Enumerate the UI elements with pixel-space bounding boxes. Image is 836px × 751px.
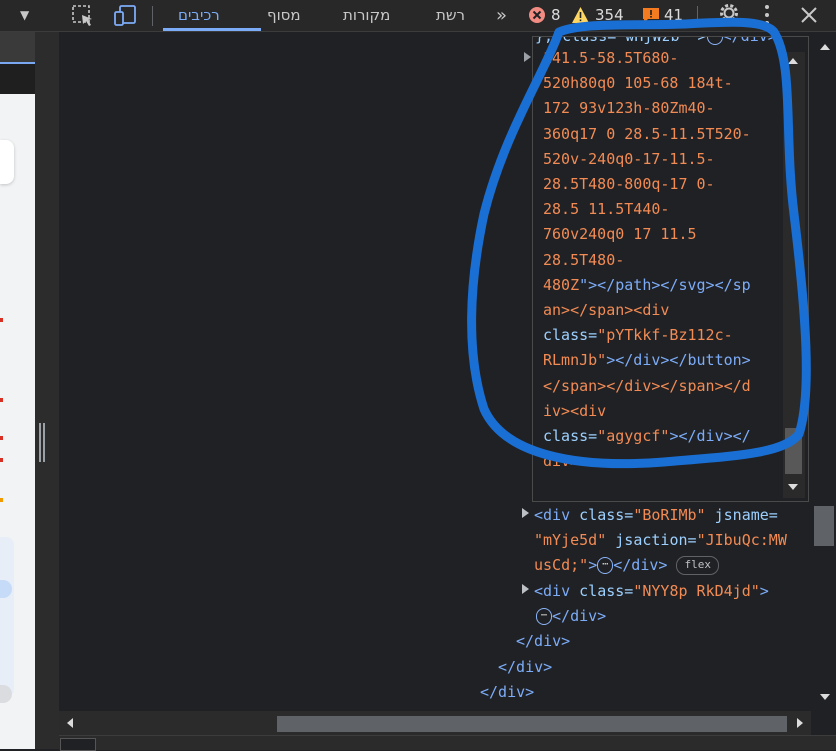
edit-line: 760v240q0 17 11.5: [543, 225, 697, 243]
dock-dropdown-icon[interactable]: ▼: [20, 0, 29, 31]
more-tabs-icon[interactable]: »: [496, 0, 507, 31]
error-count[interactable]: 8: [551, 0, 561, 31]
scroll-left-icon[interactable]: [67, 718, 73, 728]
dom-node-borimb[interactable]: <div class="BoRIMb" jsname=: [534, 506, 778, 524]
closing-tag[interactable]: </div>: [498, 658, 552, 676]
panel-gutter: [35, 32, 59, 749]
breadcrumb-item[interactable]: [60, 738, 96, 751]
page-dot: [0, 458, 3, 462]
toolbar-divider: [152, 6, 153, 26]
edit-line: an></span><div: [543, 301, 670, 319]
page-card: [0, 140, 14, 184]
page-header-strip: [0, 64, 35, 94]
edit-line: class="pYTkkf-Bz112c-: [543, 326, 733, 344]
collapse-triangle-icon[interactable]: [524, 52, 531, 62]
edit-line: 28.5 11.5T440-: [543, 200, 670, 218]
dom-node-nyy8p-end: ⋯ </div>: [536, 607, 606, 625]
elements-scroll-thumb[interactable]: [814, 506, 834, 546]
page-dot: [0, 498, 3, 502]
closing-tag[interactable]: </div>: [480, 683, 534, 701]
settings-gear-icon[interactable]: [717, 0, 741, 31]
scroll-right-icon[interactable]: [797, 718, 803, 728]
edit-line: 141.5-58.5T680-: [543, 49, 679, 67]
main-scroll-up-icon[interactable]: [820, 44, 830, 50]
ellipsis-badge[interactable]: ⋯: [706, 37, 723, 45]
scroll-down-arrow-icon[interactable]: [788, 484, 798, 490]
scroll-up-arrow-icon[interactable]: [788, 58, 798, 64]
horizontal-scroll-thumb[interactable]: [277, 716, 787, 732]
active-tab-indicator: [163, 28, 261, 31]
edit-top-line: }, class="wHjWzb" >⋯</div>: [535, 37, 777, 45]
expand-triangle-icon[interactable]: [522, 508, 529, 518]
page-dot: [0, 318, 3, 322]
breadcrumb-bar: [59, 735, 836, 750]
edit-line: 480Z"></path></svg></sp: [543, 276, 751, 294]
edit-line: 360q17 0 28.5-11.5T520-: [543, 125, 751, 143]
expand-triangle-icon[interactable]: [522, 584, 529, 594]
edit-line: 28.5T480-800q-17 0-: [543, 175, 715, 193]
main-scroll-down-icon[interactable]: [820, 694, 830, 700]
edit-line: 520v-240q0-17-11.5-: [543, 150, 715, 168]
edit-line: </span></div></span></d: [543, 377, 751, 395]
close-icon[interactable]: [800, 0, 818, 31]
closing-tag[interactable]: </div>: [516, 632, 570, 650]
tab-network[interactable]: רשת: [436, 0, 465, 31]
edit-line: class="agygcf"></div></: [543, 427, 751, 445]
edit-line: iv><div: [543, 402, 607, 420]
panel-resize-handle[interactable]: [39, 423, 47, 462]
page-panel: [0, 537, 14, 697]
page-dot: [0, 436, 3, 440]
warning-count[interactable]: 354: [595, 0, 624, 31]
issues-count[interactable]: 41: [664, 0, 683, 31]
devtools-toolbar: ▼ רכיבים מסוף מקורות רשת » 8 354 41: [0, 0, 836, 32]
edit-line: 172 93v123h-80Zm40-: [543, 99, 715, 117]
issues-icon[interactable]: [642, 0, 660, 31]
edit-line: RLmnJb"></div></button>: [543, 351, 751, 369]
ellipsis-badge[interactable]: ⋯: [597, 557, 614, 574]
device-toolbar-icon[interactable]: [112, 0, 138, 31]
edit-line: div>: [543, 452, 580, 470]
tab-elements[interactable]: רכיבים: [178, 0, 220, 31]
flex-badge[interactable]: flex: [676, 556, 719, 575]
warning-icon[interactable]: [571, 0, 590, 31]
inspect-element-icon[interactable]: [70, 0, 96, 31]
more-options-icon[interactable]: [763, 0, 771, 31]
dom-node-borimb-cont: "mYje5d" jsaction="JIbuQc:MW: [534, 531, 787, 549]
edit-line: 28.5T480-: [543, 251, 625, 269]
page-top-strip: [0, 32, 35, 62]
edit-box-scroll-thumb[interactable]: [785, 428, 802, 474]
edit-line: 520h80q0 105-68 184t-: [543, 74, 733, 92]
tab-sources[interactable]: מקורות: [343, 0, 390, 31]
toolbar-divider: [697, 6, 698, 26]
error-icon[interactable]: [528, 0, 546, 31]
dom-node-borimb-end: usCd;"> ⋯ </div> flex: [534, 556, 719, 575]
dom-node-nyy8p[interactable]: <div class="NYY8p RkD4jd">: [534, 582, 769, 600]
ellipsis-badge[interactable]: ⋯: [536, 608, 553, 625]
tab-console[interactable]: מסוף: [267, 0, 301, 31]
edit-html-box[interactable]: }, class="wHjWzb" >⋯</div> 141.5-58.5T68…: [532, 36, 809, 502]
page-dot: [0, 398, 3, 402]
